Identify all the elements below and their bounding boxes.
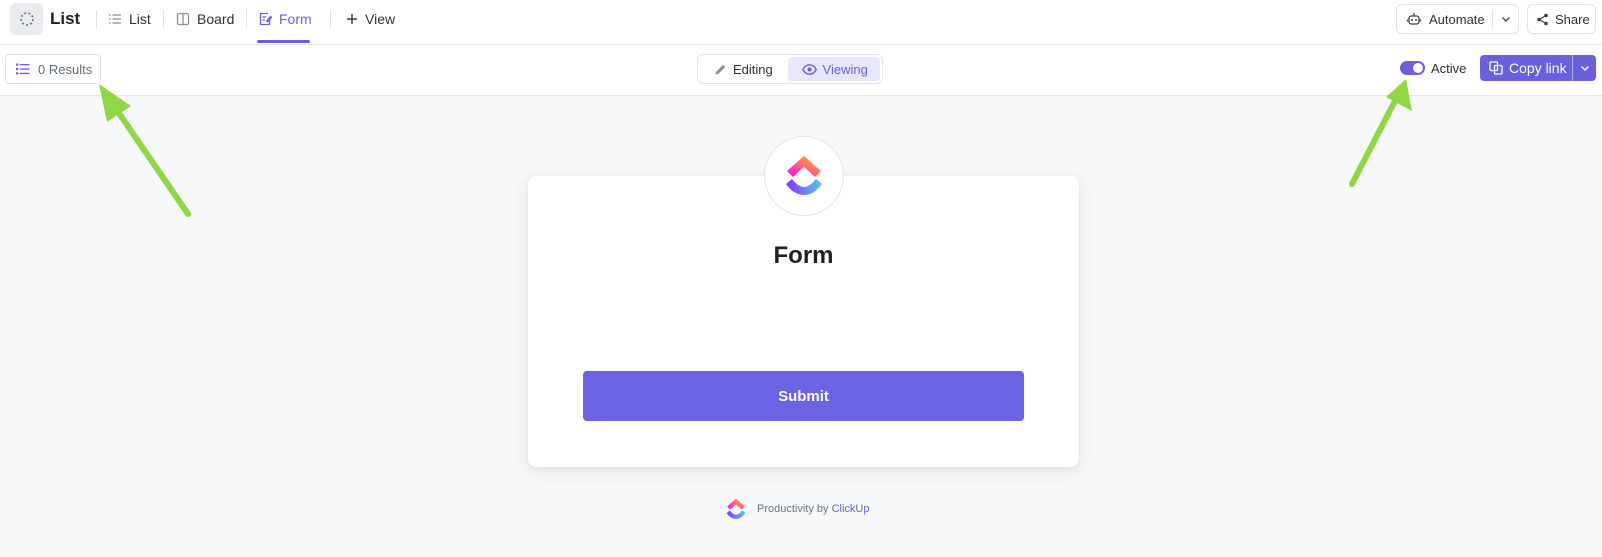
clickup-logo-icon [726, 498, 746, 519]
tab-list-label: List [129, 11, 151, 27]
copy-icon [1489, 61, 1503, 75]
copy-link-button[interactable]: Copy link [1480, 55, 1596, 81]
viewing-mode-button[interactable]: Viewing [787, 57, 880, 81]
board-icon [176, 12, 190, 26]
eye-icon [801, 63, 817, 75]
divider [96, 10, 97, 28]
automate-button[interactable]: Automate [1396, 4, 1519, 34]
footer-prefix: Productivity by [757, 503, 829, 515]
results-label: 0 Results [38, 61, 93, 77]
divider [246, 10, 247, 28]
automate-main[interactable]: Automate [1397, 5, 1492, 33]
automate-label: Automate [1429, 11, 1485, 27]
share-label: Share [1555, 11, 1590, 27]
active-label: Active [1431, 61, 1467, 76]
active-tab-indicator [257, 40, 310, 43]
add-view-label: View [365, 11, 396, 27]
tab-board-label: Board [197, 11, 235, 27]
active-toggle-switch[interactable] [1400, 61, 1425, 75]
app-root: List List Board Form View Automate Share… [0, 0, 1602, 557]
plus-icon [347, 14, 357, 24]
list-icon [109, 14, 121, 24]
tab-form-label: Form [279, 11, 312, 27]
form-logo [764, 136, 844, 216]
form-title: Form [773, 242, 834, 269]
chevron-down-icon [1580, 65, 1589, 72]
edit-view-mode-toggle: Editing Viewing [697, 54, 883, 84]
page-title: List [50, 9, 81, 28]
form-toolbar: 0 Results Editing Viewing Active Copy li… [0, 45, 1602, 96]
tab-list[interactable]: List [108, 4, 151, 34]
top-bar: List List Board Form View Automate Share [0, 0, 1602, 45]
arrow-to-results [99, 84, 191, 217]
tab-form[interactable]: Form [258, 4, 312, 34]
form-icon [259, 12, 272, 26]
submit-button[interactable]: Submit [583, 371, 1024, 421]
clickup-link[interactable]: ClickUp [832, 503, 870, 515]
clickup-logo-icon [786, 156, 822, 195]
footer-branding: Productivity by ClickUp [725, 496, 870, 522]
tab-board[interactable]: Board [176, 4, 234, 34]
list-icon-button[interactable] [10, 3, 43, 35]
form-card [528, 176, 1079, 467]
viewing-label: Viewing [822, 61, 868, 77]
chevron-down-icon [1501, 17, 1510, 22]
copy-link-main[interactable]: Copy link [1480, 55, 1572, 81]
robot-icon [1406, 13, 1422, 25]
results-list-icon [16, 63, 30, 75]
share-button[interactable]: Share [1527, 4, 1596, 34]
footer-text: Productivity by ClickUp [757, 503, 870, 515]
editing-label: Editing [733, 61, 773, 77]
automate-dropdown[interactable] [1493, 5, 1518, 33]
share-icon [1537, 13, 1548, 25]
results-button[interactable]: 0 Results [5, 54, 101, 84]
copy-link-label: Copy link [1509, 60, 1567, 76]
divider [163, 10, 164, 28]
divider [330, 10, 331, 28]
dotted-circle-icon [19, 12, 34, 26]
add-view-button[interactable]: View [346, 4, 395, 34]
pencil-icon [715, 64, 726, 74]
editing-mode-button[interactable]: Editing [700, 57, 788, 81]
copy-link-dropdown[interactable] [1573, 55, 1596, 81]
